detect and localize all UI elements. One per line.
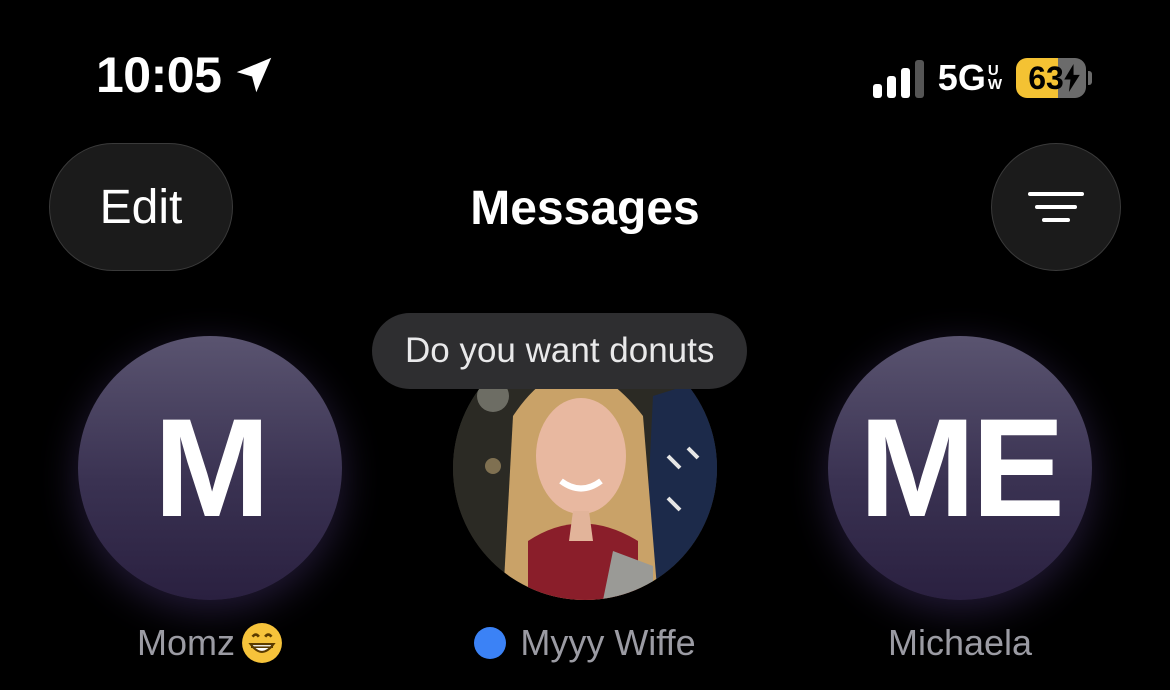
filter-lines-icon — [1028, 192, 1084, 222]
status-indicators: 5G U W 63 — [872, 56, 1092, 100]
pinned-conversation-momz[interactable]: M Momz — [78, 336, 342, 664]
battery-level: 63 — [1028, 59, 1064, 96]
avatar: M — [78, 336, 342, 600]
status-time: 10:05 — [96, 50, 277, 100]
contact-name: Myyy Wiffe — [453, 622, 717, 664]
avatar: ME — [828, 336, 1092, 600]
cellular-signal-icon — [872, 58, 924, 98]
filter-button[interactable] — [991, 143, 1121, 271]
unread-indicator — [474, 627, 507, 659]
charging-bolt-icon — [1064, 64, 1080, 92]
battery-icon: 63 — [1016, 58, 1092, 98]
contact-name: Momz — [78, 622, 342, 664]
pinned-conversation-michaela[interactable]: ME Michaela — [828, 336, 1092, 664]
clock-time: 10:05 — [96, 47, 222, 103]
message-preview-bubble[interactable]: Do you want donuts — [372, 313, 748, 389]
location-arrow-icon — [237, 57, 272, 93]
network-type: 5G U W — [937, 57, 1002, 98]
contact-name: Michaela — [887, 622, 1033, 663]
grinning-face-icon — [242, 623, 282, 663]
